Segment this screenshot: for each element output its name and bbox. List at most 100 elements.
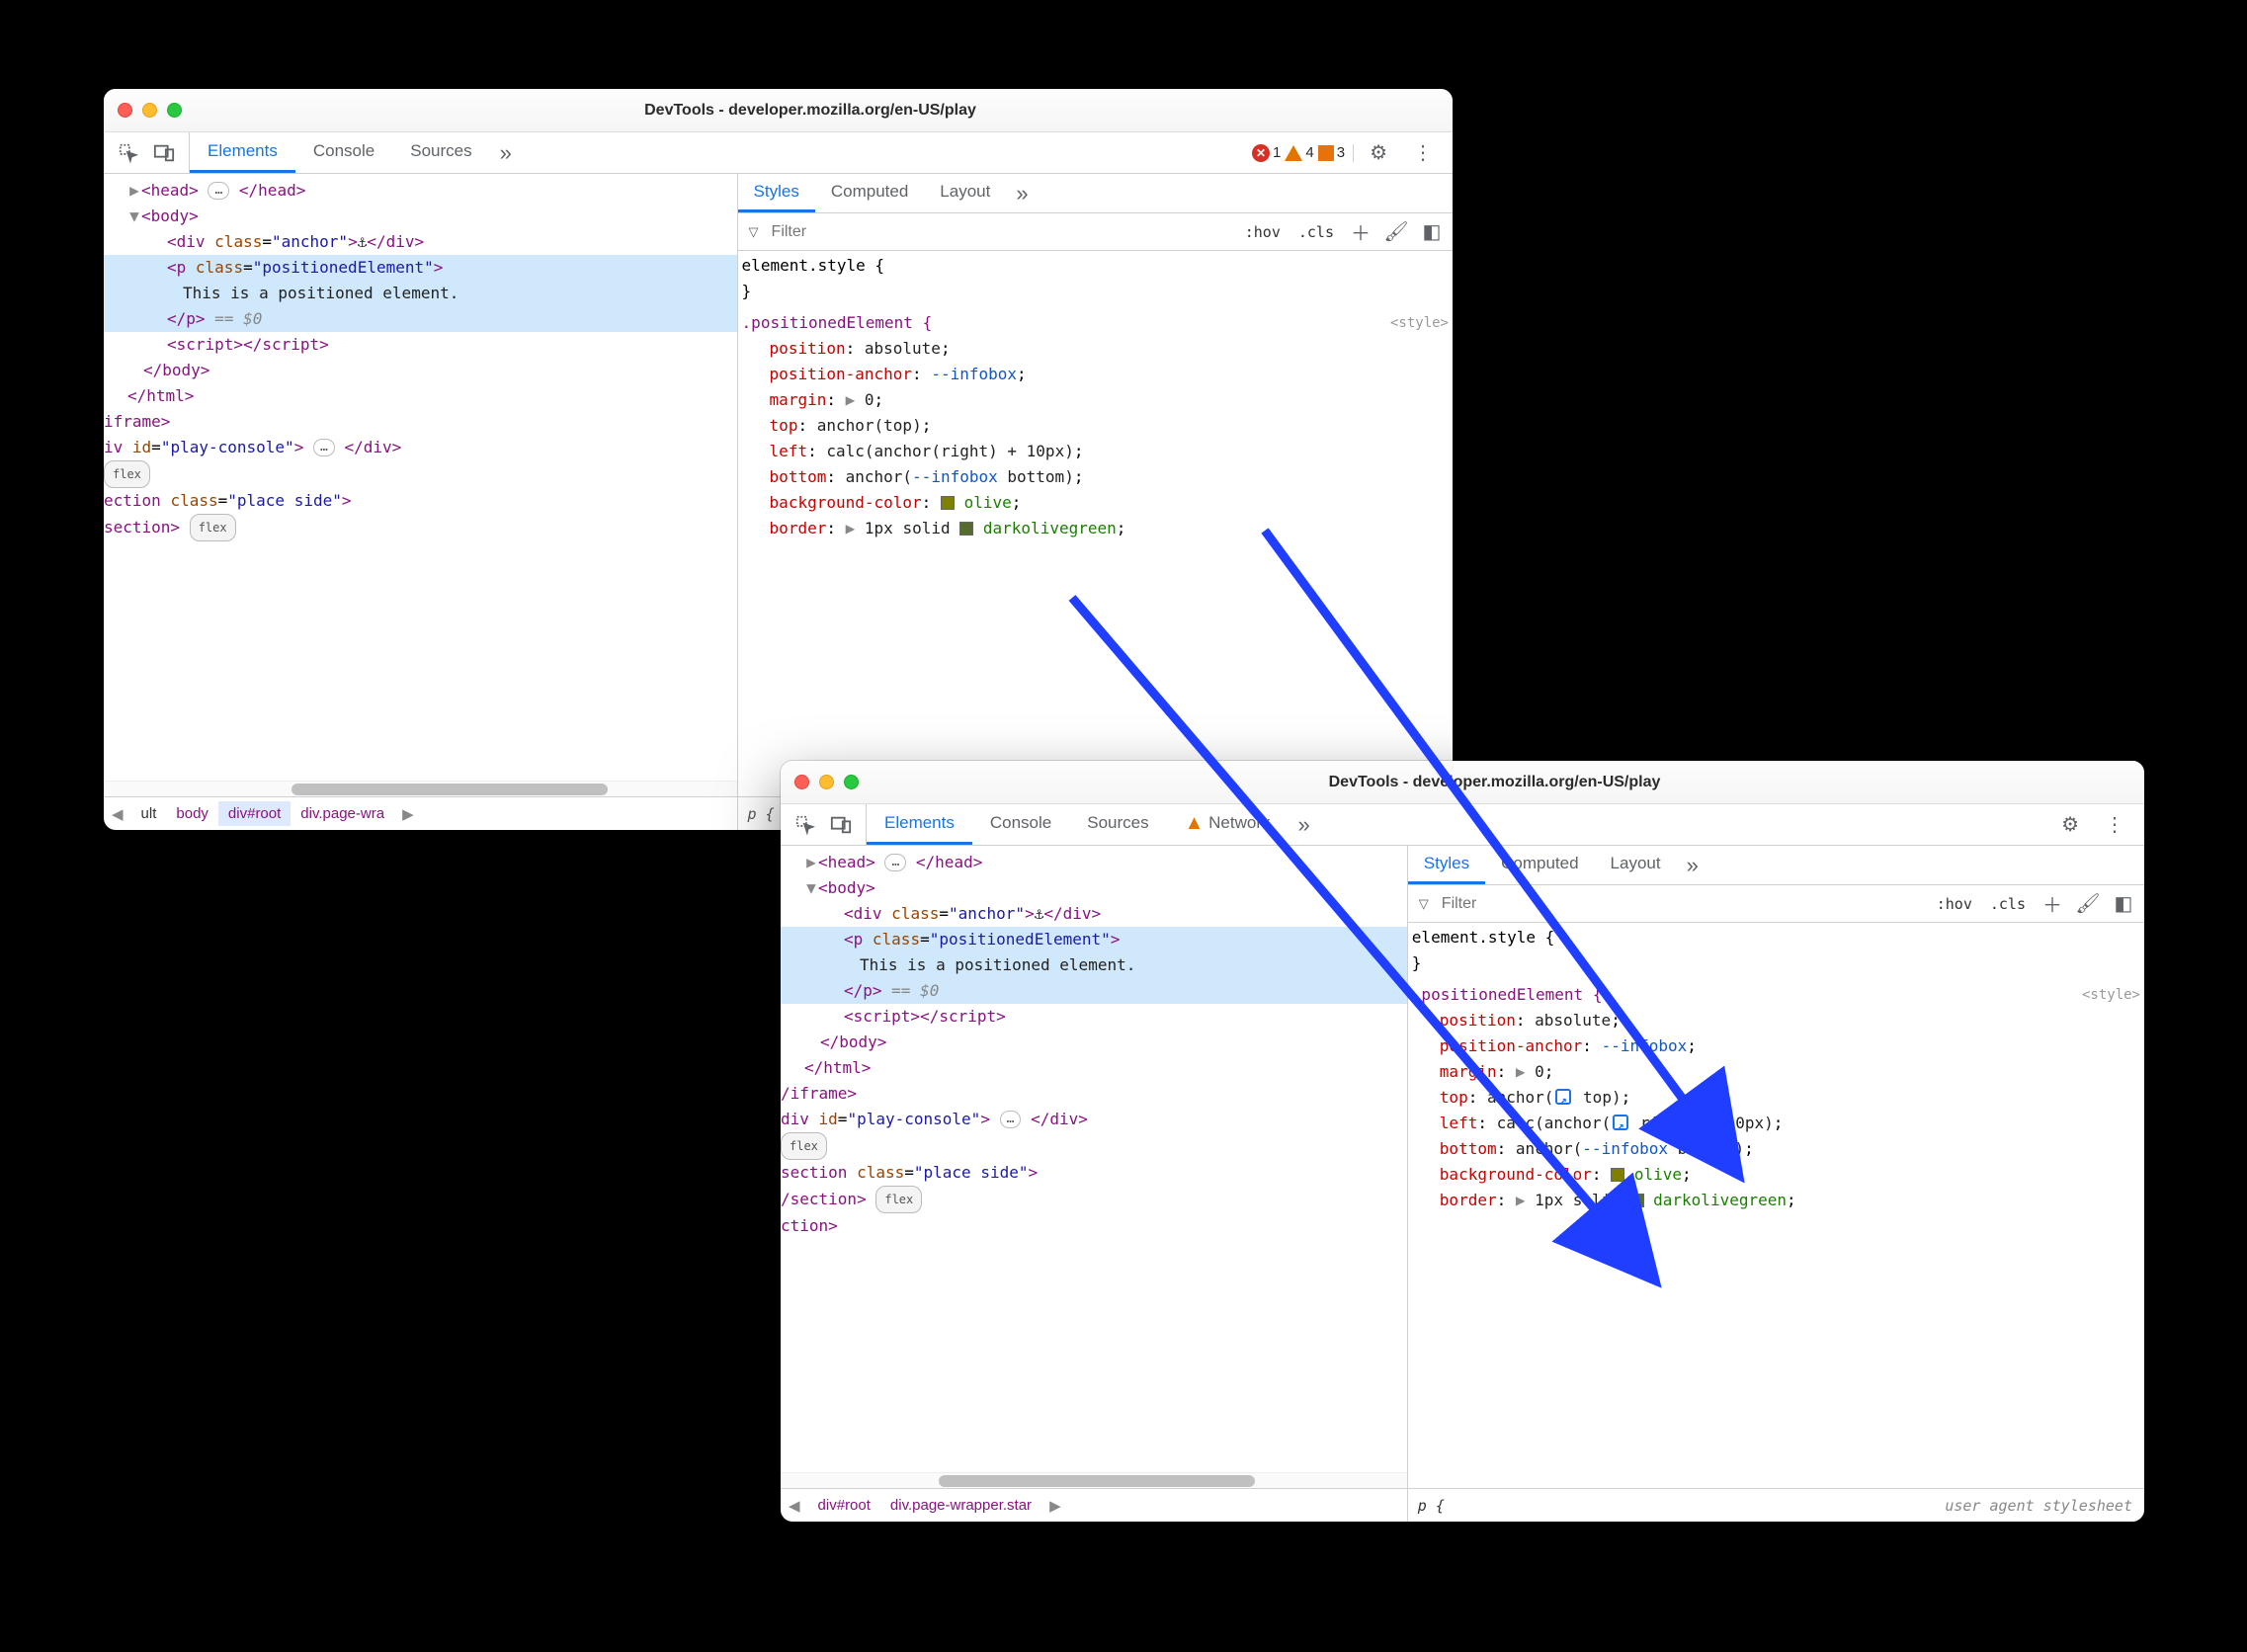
subtab-styles[interactable]: Styles [1408,846,1485,884]
css-selector[interactable]: .positionedElement { [742,313,933,332]
computed-toggle-icon[interactable]: ◧ [1417,219,1447,244]
paint-icon[interactable]: 🖌 [2073,891,2103,916]
flex-badge[interactable]: flex [781,1132,827,1160]
color-swatch-icon[interactable] [959,522,973,536]
link-out-icon[interactable] [1555,1089,1571,1105]
flex-badge[interactable]: flex [190,514,236,541]
color-swatch-icon[interactable] [1611,1168,1624,1182]
breadcrumb-next-icon[interactable]: ▶ [394,805,422,823]
ellipsis-icon[interactable]: … [1000,1111,1022,1128]
zoom-icon[interactable] [167,103,182,118]
css-rules[interactable]: element.style { } <style> .positionedEle… [738,251,1453,796]
dom-section-close[interactable]: /section> flex [781,1186,1407,1213]
breadcrumb-prev-icon[interactable]: ◀ [781,1497,808,1515]
breadcrumb-next-icon[interactable]: ▶ [1041,1497,1069,1515]
kebab-icon[interactable]: ⋮ [1403,140,1443,165]
more-tabs-icon[interactable]: » [490,140,522,166]
expand-icon[interactable]: ▶ [804,850,818,875]
dom-div-anchor[interactable]: <div class="anchor">⚓</div> [104,229,737,255]
device-toggle-icon[interactable] [153,142,175,164]
close-icon[interactable] [118,103,132,118]
dom-tree[interactable]: ▶<head> … </head> ▼<body> <div class="an… [104,174,737,781]
dom-play-console[interactable]: div id="play-console"> … </div> [781,1107,1407,1132]
subtab-layout[interactable]: Layout [1595,846,1677,884]
dom-p-open[interactable]: <p class="positionedElement"> [781,927,1407,952]
dom-body-open[interactable]: ▼<body> [104,204,737,229]
dom-html-close[interactable]: </html> [781,1055,1407,1081]
dom-p-open[interactable]: <p class="positionedElement"> [104,255,737,281]
more-subtabs-icon[interactable]: » [1677,853,1708,878]
style-source-link[interactable]: <style> [2082,982,2140,1008]
breadcrumb-item[interactable]: body [166,801,218,826]
breadcrumb-item[interactable]: div#root [808,1493,880,1518]
dom-html-close[interactable]: </html> [104,383,737,409]
subtab-computed[interactable]: Computed [815,174,924,212]
subtab-layout[interactable]: Layout [924,174,1006,212]
collapse-icon[interactable]: ▼ [127,204,141,229]
flex-badge[interactable]: flex [875,1186,922,1213]
tab-console[interactable]: Console [295,132,392,173]
hov-toggle[interactable]: :hov [1239,221,1287,243]
dom-head[interactable]: ▶<head> … </head> [781,850,1407,875]
element-style-selector[interactable]: element.style { [1412,928,1555,947]
dom-p-text[interactable]: This is a positioned element. [781,952,1407,978]
zoom-icon[interactable] [844,775,859,789]
color-swatch-icon[interactable] [1630,1194,1644,1207]
breadcrumb-item-selected[interactable]: div#root [218,801,291,826]
tab-console[interactable]: Console [972,804,1069,845]
funnel-icon[interactable]: ▽ [744,224,764,240]
dom-section-open[interactable]: section class="place side"> [781,1160,1407,1186]
dom-div-anchor[interactable]: <div class="anchor">⚓</div> [781,901,1407,927]
dom-body-close[interactable]: </body> [781,1030,1407,1055]
gear-icon[interactable]: ⚙ [2051,812,2089,837]
more-tabs-icon[interactable]: » [1289,812,1320,838]
tab-sources[interactable]: Sources [1069,804,1166,845]
dom-tree[interactable]: ▶<head> … </head> ▼<body> <div class="an… [781,846,1407,1472]
dom-script[interactable]: <script></script> [104,332,737,358]
dom-trailing[interactable]: ction> [781,1213,1407,1239]
dom-p-close[interactable]: </p> == $0 [781,978,1407,1004]
dom-iframe-close[interactable]: iframe> [104,409,737,435]
subtab-computed[interactable]: Computed [1485,846,1594,884]
dom-p-close[interactable]: </p> == $0 [104,306,737,332]
tab-sources[interactable]: Sources [392,132,489,173]
expand-icon[interactable]: ▶ [127,178,141,204]
cls-toggle[interactable]: .cls [1984,893,2032,915]
dom-head[interactable]: ▶<head> … </head> [104,178,737,204]
subtab-styles[interactable]: Styles [738,174,815,212]
dom-body-close[interactable]: </body> [104,358,737,383]
css-selector[interactable]: .positionedElement { [1412,985,1603,1004]
minimize-icon[interactable] [142,103,157,118]
minimize-icon[interactable] [819,775,834,789]
horizontal-scrollbar[interactable] [781,1472,1407,1488]
collapse-icon[interactable]: ▼ [804,875,818,901]
device-toggle-icon[interactable] [830,814,852,836]
breadcrumb-item[interactable]: ult [131,801,167,826]
breadcrumb-item[interactable]: div.page-wra [291,801,394,826]
filter-input[interactable] [770,222,1233,242]
funnel-icon[interactable]: ▽ [1414,896,1434,912]
color-swatch-icon[interactable] [941,496,955,510]
new-style-rule-icon[interactable]: ＋ [2038,889,2067,918]
breadcrumb-item[interactable]: div.page-wrapper.star [880,1493,1041,1518]
close-icon[interactable] [794,775,809,789]
cls-toggle[interactable]: .cls [1292,221,1340,243]
dom-p-text[interactable]: This is a positioned element. [104,281,737,306]
dom-iframe-close[interactable]: /iframe> [781,1081,1407,1107]
dom-section-close[interactable]: section> flex [104,514,737,541]
ellipsis-icon[interactable]: … [208,182,229,200]
dom-section-open[interactable]: ection class="place side"> [104,488,737,514]
ellipsis-icon[interactable]: … [313,439,335,456]
ellipsis-icon[interactable]: … [884,854,906,871]
horizontal-scrollbar[interactable] [104,781,737,796]
element-style-selector[interactable]: element.style { [742,256,885,275]
hov-toggle[interactable]: :hov [1931,893,1978,915]
issue-badges[interactable]: ✕1 4 3 [1252,144,1354,162]
computed-toggle-icon[interactable]: ◧ [2109,891,2138,916]
breadcrumb-prev-icon[interactable]: ◀ [104,805,131,823]
link-out-icon[interactable] [1613,1115,1628,1130]
filter-input[interactable] [1440,894,1925,914]
tab-network[interactable]: ▲ Network [1167,804,1289,845]
css-rules[interactable]: element.style { } <style> .positionedEle… [1408,923,2144,1488]
flex-badge[interactable]: flex [104,460,150,488]
